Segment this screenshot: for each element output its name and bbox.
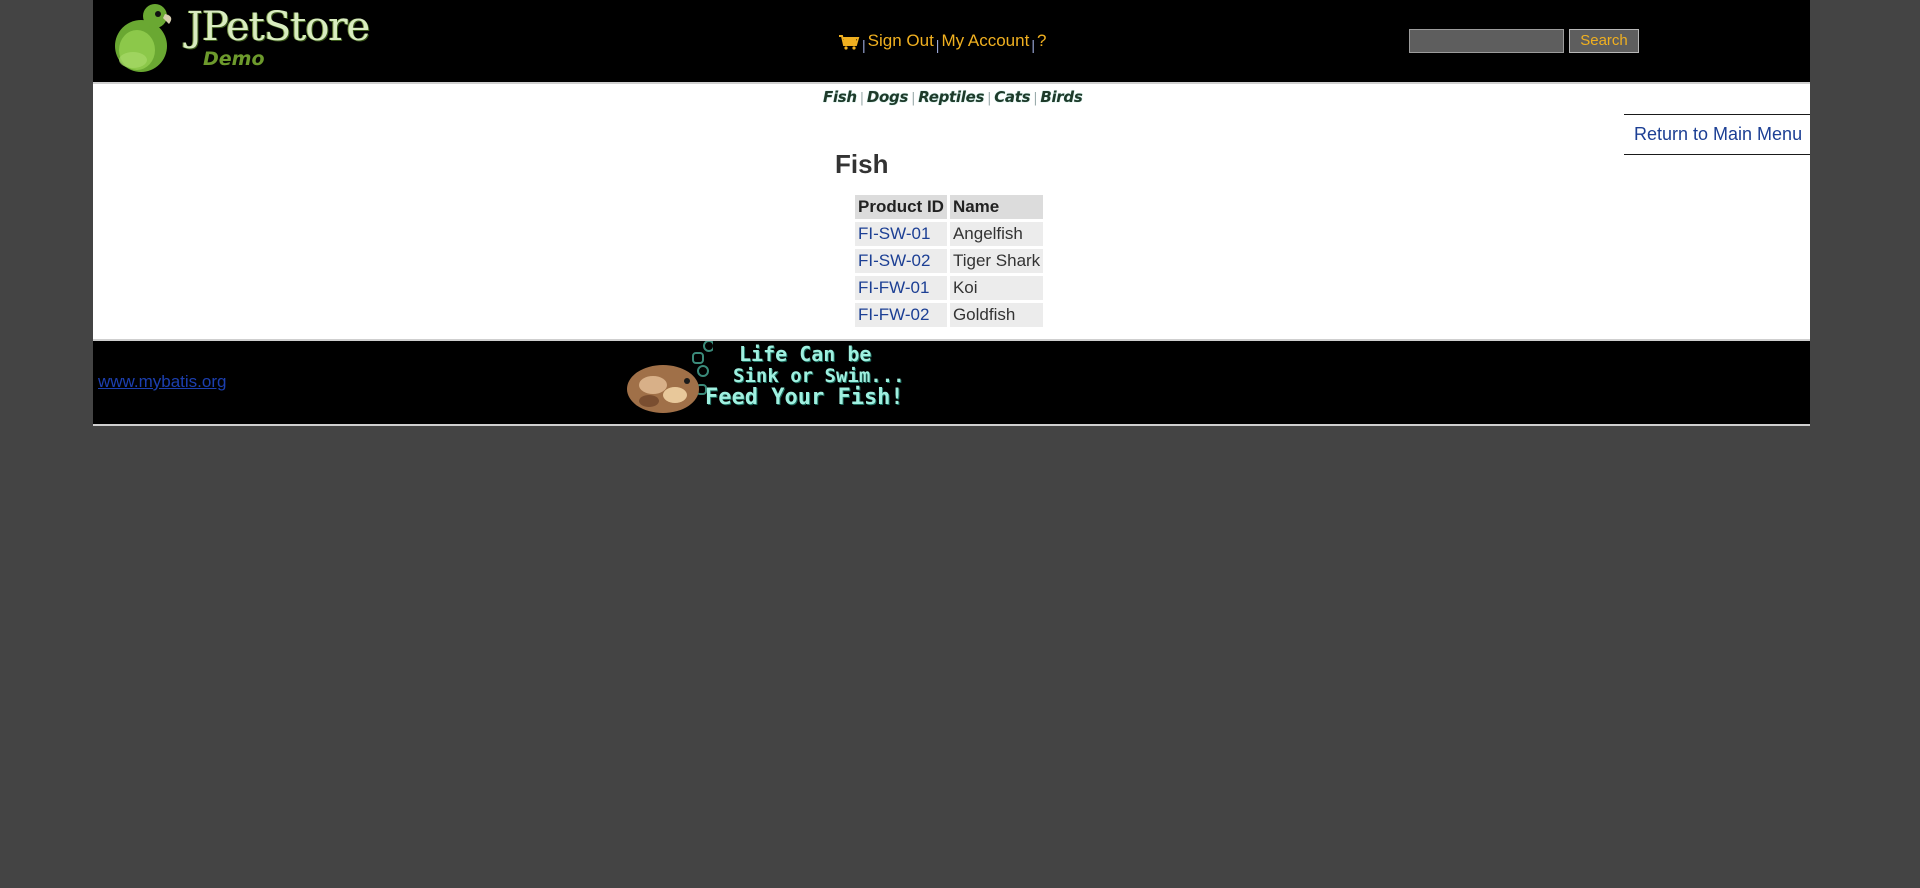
parrot-logo-icon bbox=[115, 4, 172, 72]
quicklink-separator: | bbox=[859, 91, 864, 106]
fish-banner-icon bbox=[627, 341, 713, 413]
footer: www.mybatis.org Life Can be Sink or Swim… bbox=[93, 339, 1810, 426]
help-link[interactable]: ? bbox=[1037, 31, 1046, 50]
product-name: Tiger Shark bbox=[949, 249, 1044, 273]
quicklink-separator: | bbox=[1033, 91, 1038, 106]
product-id-link[interactable]: FI-FW-01 bbox=[855, 276, 947, 300]
header-menu: | Sign Out | My Account |? bbox=[838, 30, 1046, 53]
banner-text: Life Can be Sink or Swim... Feed Your Fi… bbox=[705, 343, 905, 409]
return-to-main-menu-link[interactable]: Return to Main Menu bbox=[1624, 114, 1810, 155]
menu-separator: | bbox=[935, 37, 940, 53]
table-row: FI-FW-02 Goldfish bbox=[855, 303, 1044, 327]
quicklink-reptiles[interactable]: Reptiles bbox=[918, 88, 984, 106]
category-quicklinks: Fish | Dogs | Reptiles | Cats | Birds bbox=[823, 88, 1083, 106]
feed-fish-banner[interactable]: Life Can be Sink or Swim... Feed Your Fi… bbox=[623, 341, 933, 423]
banner-line-2: Sink or Swim... bbox=[733, 365, 905, 387]
page-title: Fish bbox=[835, 149, 889, 179]
table-row: FI-FW-01 Koi bbox=[855, 276, 1044, 300]
my-account-link[interactable]: My Account bbox=[941, 31, 1029, 50]
quicklink-separator: | bbox=[911, 91, 916, 106]
banner-line-3: Feed Your Fish! bbox=[705, 385, 904, 410]
column-header-product-id: Product ID bbox=[855, 195, 947, 219]
menu-separator: | bbox=[1031, 37, 1035, 53]
mybatis-link[interactable]: www.mybatis.org bbox=[98, 372, 226, 392]
product-name: Goldfish bbox=[949, 303, 1044, 327]
quicklink-separator: | bbox=[987, 91, 992, 106]
search-button[interactable]: Search bbox=[1569, 29, 1639, 53]
banner-line-1: Life Can be bbox=[739, 342, 872, 366]
product-name: Angelfish bbox=[949, 222, 1044, 246]
table-row: FI-SW-01 Angelfish bbox=[855, 222, 1044, 246]
cart-icon[interactable] bbox=[838, 34, 860, 50]
menu-separator: | bbox=[862, 37, 866, 53]
quicklink-fish[interactable]: Fish bbox=[823, 88, 857, 106]
logo[interactable]: JPetStore Demo bbox=[103, 2, 373, 74]
page-container: JPetStore Demo | Sign Out | My Account |? Se… bbox=[93, 0, 1810, 426]
product-id-link[interactable]: FI-SW-02 bbox=[855, 249, 947, 273]
quicklink-cats[interactable]: Cats bbox=[994, 88, 1030, 106]
table-row: FI-SW-02 Tiger Shark bbox=[855, 249, 1044, 273]
product-id-link[interactable]: FI-FW-02 bbox=[855, 303, 947, 327]
quicklink-dogs[interactable]: Dogs bbox=[867, 88, 909, 106]
logo-subtitle: Demo bbox=[203, 48, 265, 70]
logo-title: JPetStore bbox=[187, 4, 370, 50]
search-input[interactable] bbox=[1409, 29, 1564, 53]
quicklink-birds[interactable]: Birds bbox=[1040, 88, 1082, 106]
product-name: Koi bbox=[949, 276, 1044, 300]
column-header-name: Name bbox=[949, 195, 1044, 219]
product-id-link[interactable]: FI-SW-01 bbox=[855, 222, 947, 246]
sign-out-link[interactable]: Sign Out bbox=[868, 31, 934, 50]
table-header-row: Product ID Name bbox=[855, 195, 1044, 219]
header: JPetStore Demo | Sign Out | My Account |? Se… bbox=[93, 0, 1810, 84]
product-table: Product ID Name FI-SW-01 Angelfish FI-SW… bbox=[852, 192, 1046, 330]
